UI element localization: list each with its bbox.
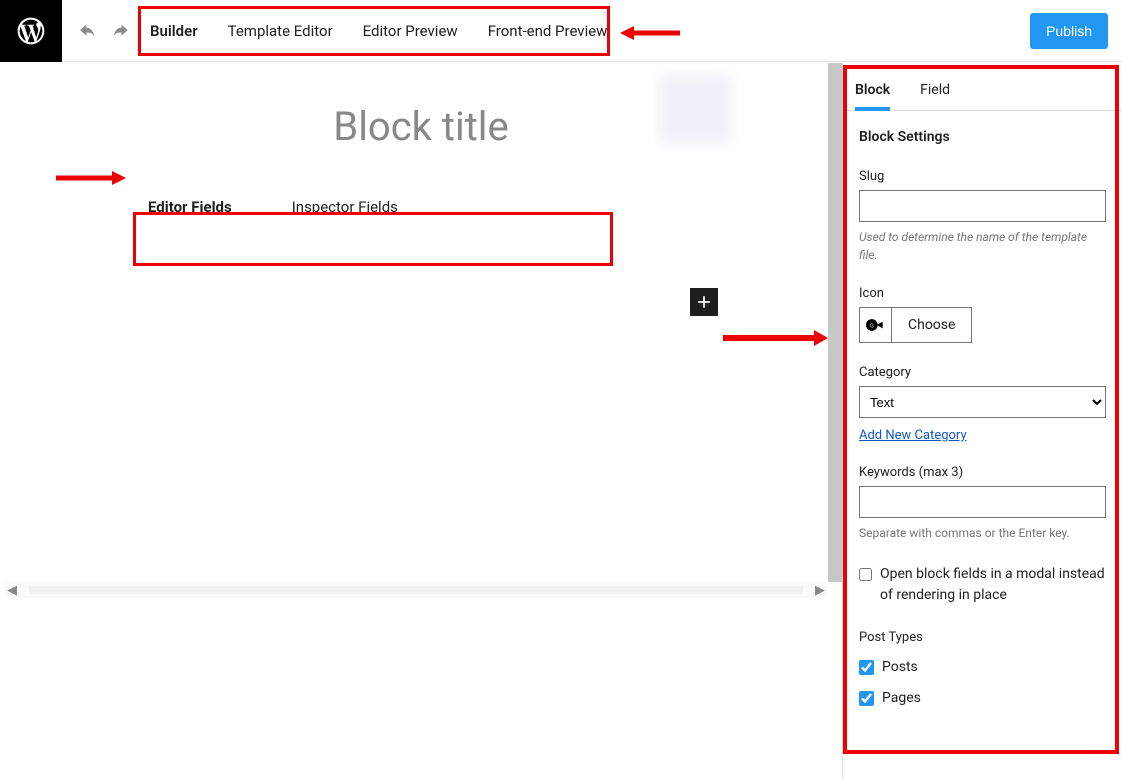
slug-label: Slug (859, 169, 1106, 184)
icon-field: Icon G Choose (859, 286, 1106, 343)
scroll-right-icon[interactable]: ▶ (813, 583, 827, 597)
post-type-pages-row: Pages (859, 688, 1106, 709)
keywords-helper: Separate with commas or the Enter key. (859, 524, 1106, 542)
top-toolbar: Builder Template Editor Editor Preview F… (0, 0, 1122, 62)
category-select[interactable]: Text (859, 386, 1106, 418)
block-settings-heading: Block Settings (859, 129, 1106, 145)
add-category-link[interactable]: Add New Category (859, 428, 967, 443)
undo-button[interactable] (76, 19, 100, 43)
post-type-posts-checkbox[interactable] (859, 660, 874, 675)
post-types-label: Post Types (859, 630, 1106, 645)
tab-inspector-fields[interactable]: Inspector Fields (292, 198, 398, 216)
wordpress-logo[interactable] (0, 0, 62, 62)
keywords-label: Keywords (max 3) (859, 465, 1106, 480)
category-label: Category (859, 365, 1106, 380)
sidebar-tabs: Block Field (843, 63, 1122, 111)
editor-canvas: Block title Editor Fields Inspector Fiel… (0, 63, 842, 779)
redo-button[interactable] (108, 19, 132, 43)
tab-builder[interactable]: Builder (150, 22, 198, 40)
placeholder-block (658, 75, 732, 143)
svg-text:G: G (869, 324, 873, 330)
modal-checkbox[interactable] (859, 567, 872, 582)
slug-input[interactable] (859, 190, 1106, 222)
tab-template-editor[interactable]: Template Editor (228, 22, 333, 40)
fields-tabs: Editor Fields Inspector Fields (134, 178, 614, 236)
slug-helper: Used to determine the name of the templa… (859, 228, 1106, 264)
add-block-button[interactable] (690, 288, 718, 316)
canvas-horizontal-scrollbar[interactable]: ◀ ▶ (5, 582, 827, 598)
icon-label: Icon (859, 286, 1106, 301)
sidebar-tab-field[interactable]: Field (920, 82, 950, 110)
history-controls (62, 19, 146, 43)
tab-frontend-preview[interactable]: Front-end Preview (488, 22, 608, 40)
post-type-posts-row: Posts (859, 657, 1106, 678)
canvas-vertical-scrollbar[interactable] (828, 63, 842, 582)
post-type-pages-label: Pages (882, 688, 921, 709)
post-type-pages-checkbox[interactable] (859, 691, 874, 706)
category-field: Category Text Add New Category (859, 365, 1106, 443)
post-types-field: Post Types Posts Pages (859, 630, 1106, 709)
tab-editor-preview[interactable]: Editor Preview (363, 22, 458, 40)
publish-button[interactable]: Publish (1030, 13, 1108, 49)
icon-preview: G (860, 308, 892, 342)
tab-editor-fields[interactable]: Editor Fields (148, 198, 232, 216)
keywords-input[interactable] (859, 486, 1106, 518)
slug-field: Slug Used to determine the name of the t… (859, 169, 1106, 264)
modal-checkbox-row: Open block fields in a modal instead of … (859, 564, 1106, 606)
scroll-left-icon[interactable]: ◀ (5, 583, 19, 597)
choose-icon-button[interactable]: Choose (892, 308, 971, 342)
settings-sidebar: Block Field Block Settings Slug Used to … (842, 63, 1122, 779)
sidebar-tab-block[interactable]: Block (855, 82, 890, 110)
main-tabs: Builder Template Editor Editor Preview F… (146, 22, 607, 40)
modal-checkbox-label: Open block fields in a modal instead of … (880, 564, 1106, 606)
keywords-field: Keywords (max 3) Separate with commas or… (859, 465, 1106, 542)
post-type-posts-label: Posts (882, 657, 918, 678)
